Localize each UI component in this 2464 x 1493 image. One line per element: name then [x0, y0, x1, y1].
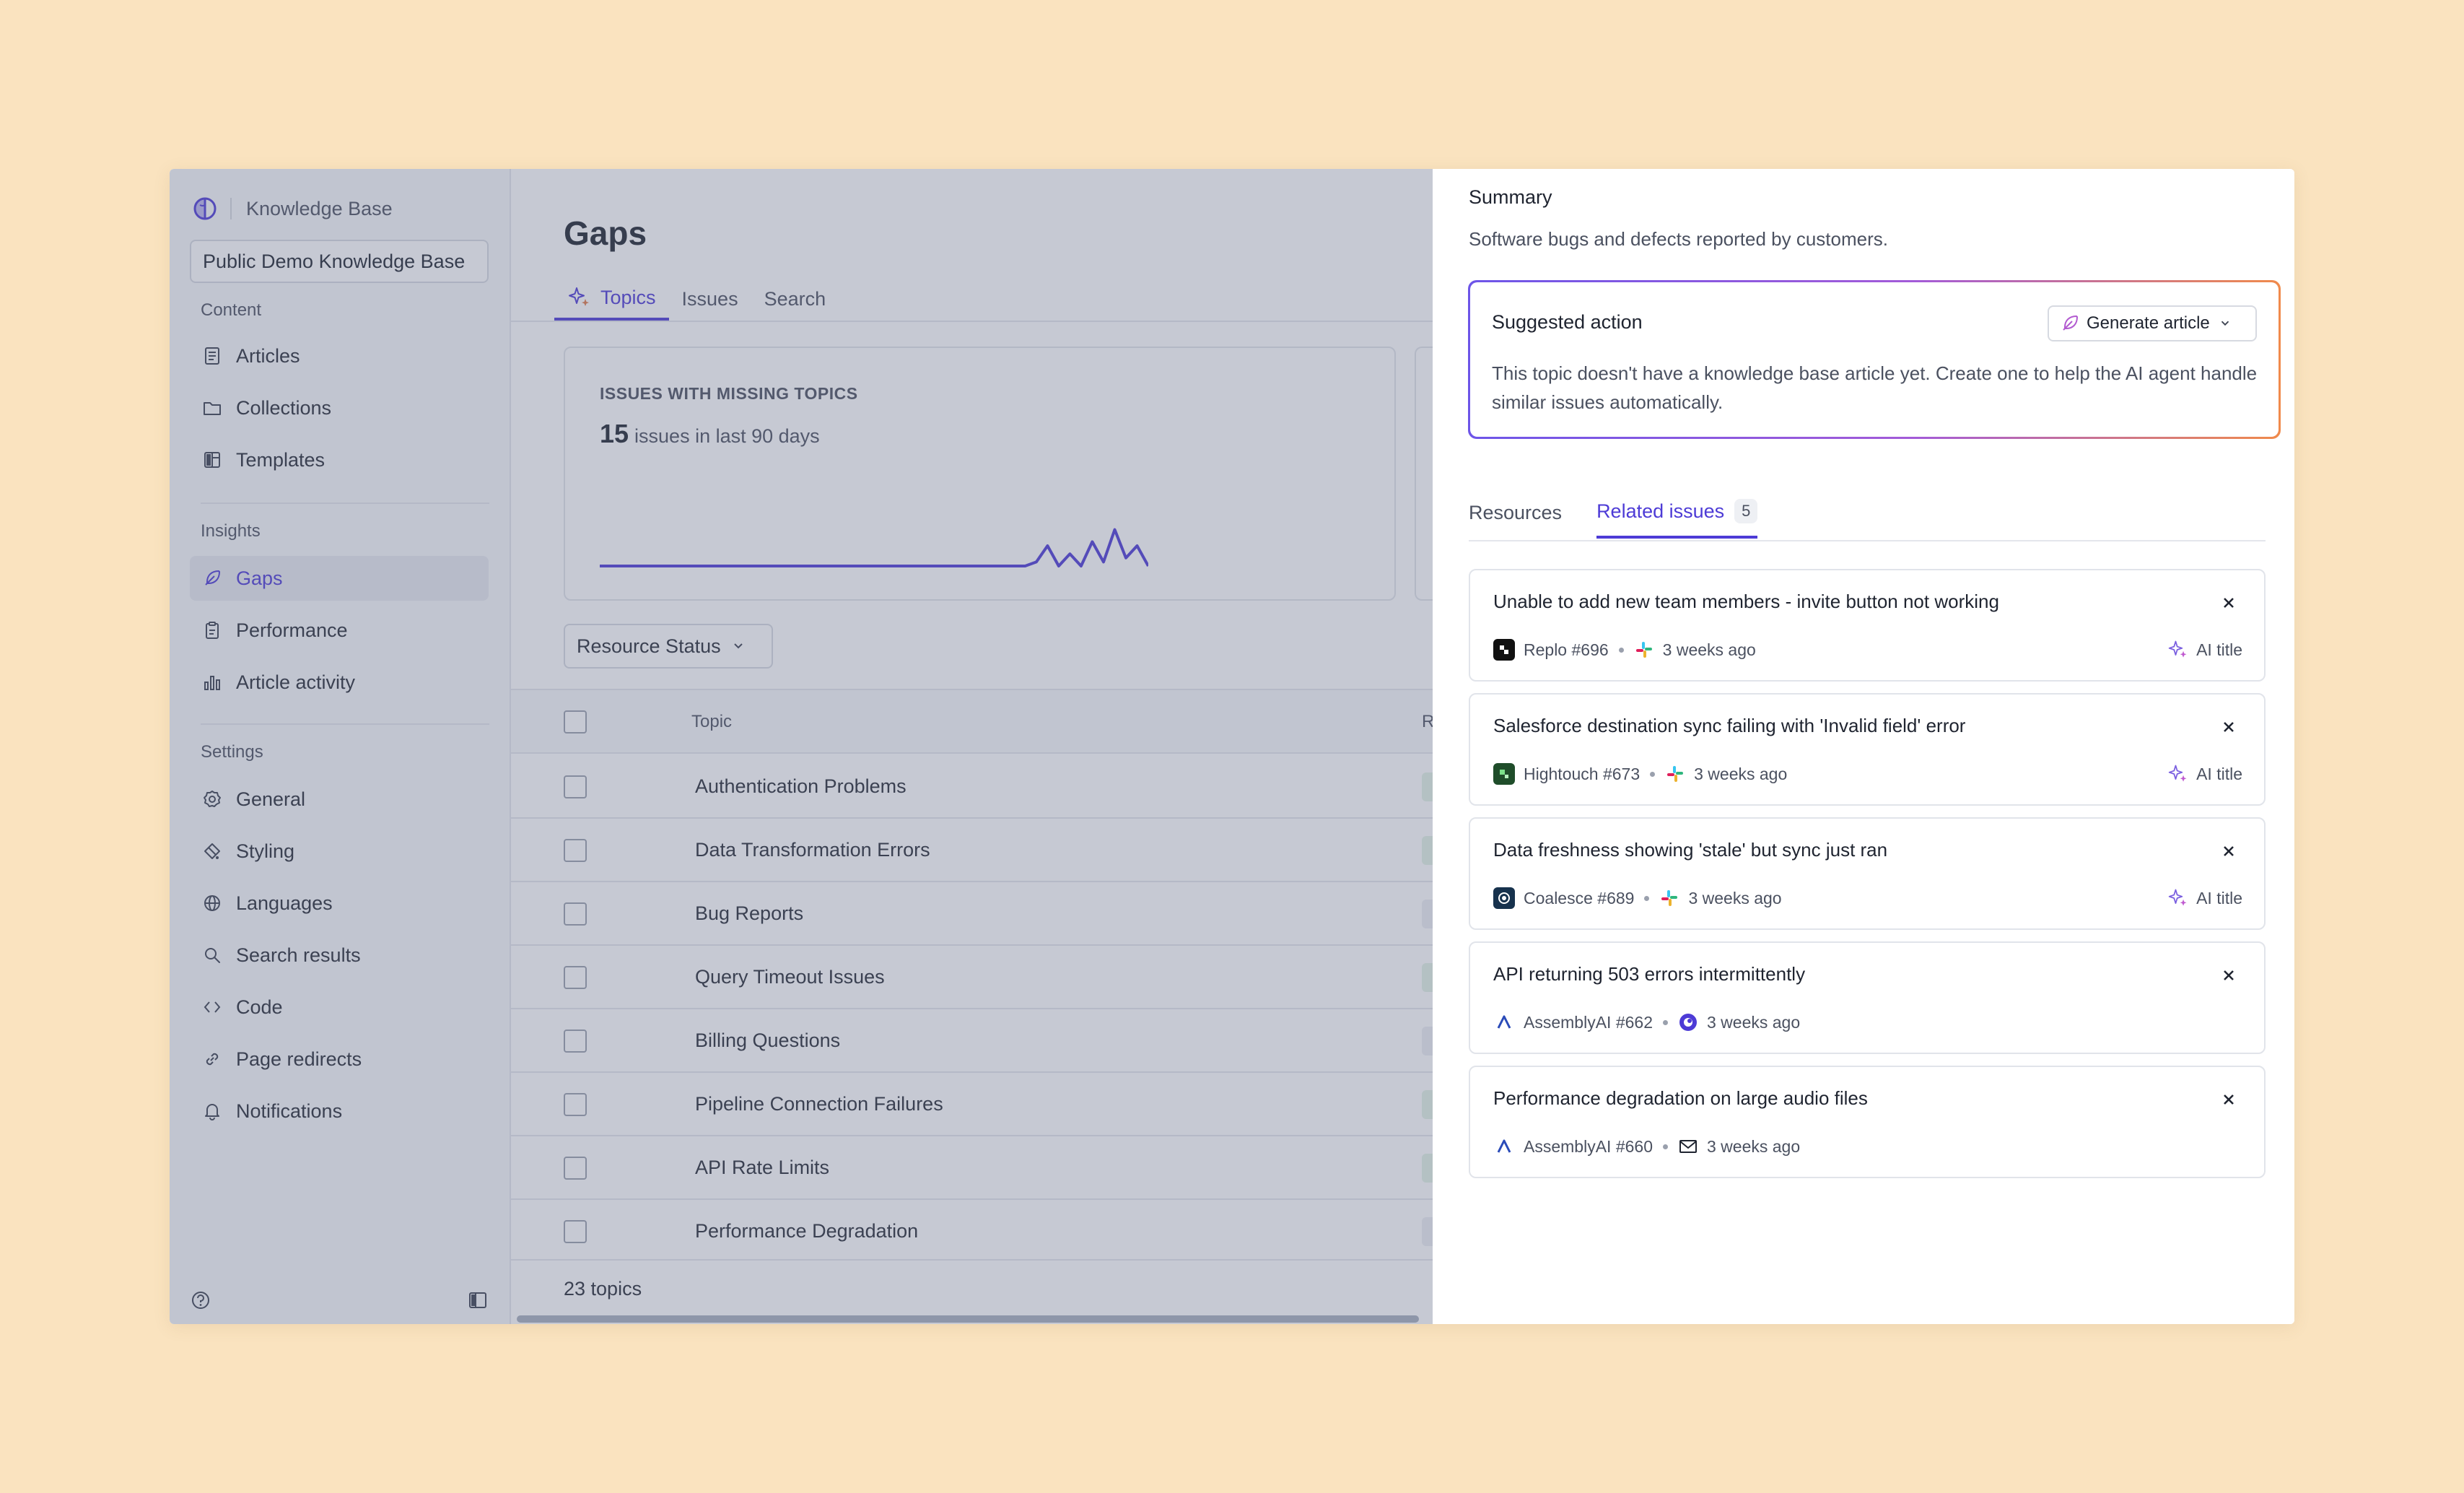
- issue-title: Data freshness showing 'stale' but sync …: [1493, 839, 1888, 861]
- chat-widget-icon: [1678, 1012, 1698, 1032]
- modal-backdrop[interactable]: [170, 169, 1433, 1324]
- panel-tabs: Resources Related issues 5: [1469, 487, 1792, 539]
- issue-meta: Hightouch #673 3 weeks ago: [1493, 761, 1787, 787]
- tab-related-issues[interactable]: Related issues 5: [1596, 487, 1758, 539]
- suggested-action-text: This topic doesn't have a knowledge base…: [1492, 362, 2258, 413]
- close-icon[interactable]: [2221, 843, 2237, 859]
- issue-source: AssemblyAI #660: [1524, 1136, 1653, 1156]
- replo-logo-icon: [1493, 639, 1515, 661]
- coalesce-logo-icon: [1493, 887, 1515, 909]
- slack-icon: [1659, 888, 1679, 908]
- related-issue-card[interactable]: Salesforce destination sync failing with…: [1469, 693, 2266, 806]
- related-issue-card[interactable]: Unable to add new team members - invite …: [1469, 569, 2266, 682]
- sparkle-icon: [2168, 640, 2187, 658]
- related-issue-card[interactable]: Performance degradation on large audio f…: [1469, 1066, 2266, 1178]
- assemblyai-logo-icon: [1493, 1011, 1515, 1033]
- ai-title-tag: AI title: [2167, 885, 2242, 911]
- chevron-down-icon: [2221, 321, 2229, 326]
- tab-label: Related issues: [1596, 500, 1725, 522]
- tab-label: Resources: [1469, 501, 1563, 523]
- sparkle-icon: [2168, 765, 2187, 782]
- ai-title-label: AI title: [2196, 888, 2242, 907]
- topic-detail-panel: Summary Software bugs and defects report…: [1433, 169, 2294, 1324]
- issue-time: 3 weeks ago: [1688, 888, 1782, 907]
- ai-title-tag: AI title: [2167, 761, 2242, 787]
- suggested-action-title: Suggested action: [1492, 311, 1643, 333]
- ai-title-tag: AI title: [2167, 637, 2242, 663]
- close-icon[interactable]: [2221, 595, 2237, 611]
- issue-meta: AssemblyAI #660 3 weeks ago: [1493, 1133, 1800, 1159]
- ai-title-label: AI title: [2196, 764, 2242, 783]
- slack-icon: [1634, 640, 1654, 660]
- summary-text: Software bugs and defects reported by cu…: [1469, 228, 1888, 250]
- hightouch-logo-icon: [1493, 763, 1515, 785]
- generate-article-label: Generate article: [2087, 313, 2210, 333]
- slack-icon: [1665, 764, 1685, 784]
- issue-source: AssemblyAI #662: [1524, 1012, 1653, 1032]
- related-issue-card[interactable]: Data freshness showing 'stale' but sync …: [1469, 817, 2266, 930]
- issue-title: Unable to add new team members - invite …: [1493, 591, 1999, 612]
- issue-source: Coalesce #689: [1524, 888, 1635, 907]
- assemblyai-logo-icon: [1493, 1136, 1515, 1157]
- issue-time: 3 weeks ago: [1706, 1012, 1801, 1032]
- close-icon[interactable]: [2221, 1092, 2237, 1107]
- suggested-action-box: Suggested action Generate article This t…: [1468, 280, 2281, 439]
- related-issues-count-badge: 5: [1734, 499, 1758, 523]
- summary-title: Summary: [1469, 186, 1552, 208]
- issue-title: API returning 503 errors intermittently: [1493, 963, 1806, 985]
- ai-title-label: AI title: [2196, 640, 2242, 659]
- feather-icon: [2063, 315, 2078, 331]
- issue-meta: Coalesce #689 3 weeks ago: [1493, 885, 1782, 911]
- sparkle-icon: [2168, 889, 2187, 906]
- app-window: Knowledge Base Public Demo Knowledge Bas…: [170, 169, 2294, 1324]
- issue-title: Performance degradation on large audio f…: [1493, 1087, 1868, 1109]
- issue-source: Replo #696: [1524, 640, 1609, 659]
- issue-time: 3 weeks ago: [1662, 640, 1756, 659]
- issue-time: 3 weeks ago: [1706, 1136, 1801, 1156]
- mail-icon: [1678, 1136, 1698, 1157]
- tab-resources[interactable]: Resources: [1469, 487, 1562, 539]
- generate-article-button[interactable]: Generate article: [2048, 305, 2257, 341]
- issue-meta: AssemblyAI #662 3 weeks ago: [1493, 1009, 1800, 1035]
- close-icon[interactable]: [2221, 967, 2237, 983]
- issue-source: Hightouch #673: [1524, 764, 1641, 783]
- related-issue-card[interactable]: API returning 503 errors intermittently …: [1469, 941, 2266, 1054]
- close-icon[interactable]: [2221, 719, 2237, 735]
- issue-meta: Replo #696 3 weeks ago: [1493, 637, 1756, 663]
- issue-time: 3 weeks ago: [1694, 764, 1788, 783]
- issue-title: Salesforce destination sync failing with…: [1493, 715, 1966, 736]
